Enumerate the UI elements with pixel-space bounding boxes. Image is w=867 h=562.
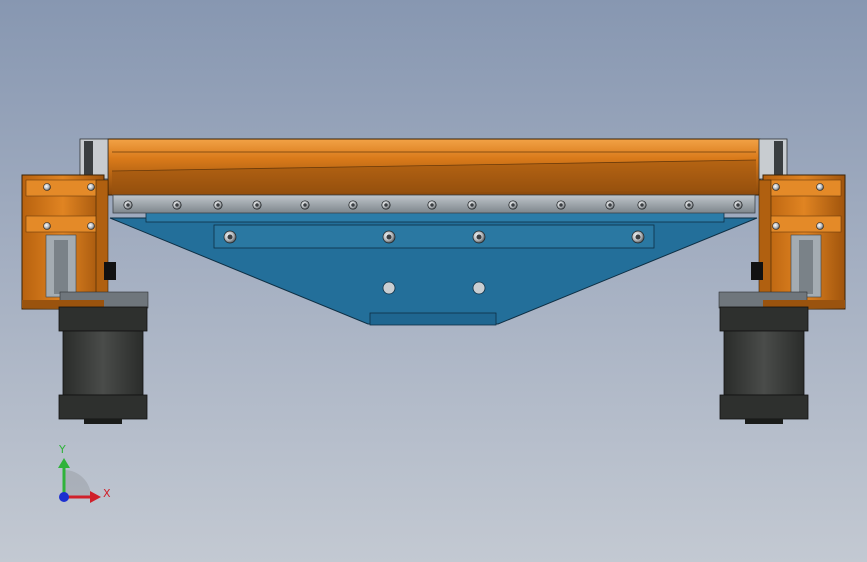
triad-y-label: Y bbox=[58, 443, 66, 456]
socket-screw-icon bbox=[605, 200, 615, 210]
socket-screw-icon bbox=[472, 230, 486, 244]
socket-screw-icon bbox=[427, 200, 437, 210]
socket-screw-icon bbox=[252, 200, 262, 210]
bolt-hole-icon bbox=[472, 281, 486, 295]
triad-z-axis bbox=[59, 492, 69, 502]
top-beam[interactable] bbox=[107, 138, 761, 196]
socket-screw-icon bbox=[172, 200, 182, 210]
socket-screw-icon bbox=[381, 200, 391, 210]
socket-screw-icon bbox=[637, 200, 647, 210]
assembly-model[interactable]: Y X bbox=[0, 0, 867, 562]
socket-screw-icon bbox=[631, 230, 645, 244]
left-stepper-motor[interactable] bbox=[58, 306, 148, 424]
bolt-hole-icon bbox=[382, 281, 396, 295]
triad-x-label: X bbox=[103, 487, 111, 500]
triad-x-arrow bbox=[90, 491, 101, 503]
cad-graphics-viewport[interactable]: Y X bbox=[0, 0, 867, 562]
socket-screw-icon bbox=[382, 230, 396, 244]
socket-screw-icon bbox=[348, 200, 358, 210]
triad-plane-shade bbox=[64, 470, 91, 497]
socket-screw-icon bbox=[684, 200, 694, 210]
socket-screw-icon bbox=[556, 200, 566, 210]
socket-screw-icon bbox=[223, 230, 237, 244]
socket-screw-icon bbox=[123, 200, 133, 210]
socket-screw-icon bbox=[508, 200, 518, 210]
socket-screw-icon bbox=[300, 200, 310, 210]
socket-screw-icon bbox=[733, 200, 743, 210]
right-stepper-motor[interactable] bbox=[719, 306, 809, 424]
blue-mount-plate[interactable] bbox=[109, 210, 758, 326]
socket-screw-icon bbox=[467, 200, 477, 210]
socket-screw-icon bbox=[213, 200, 223, 210]
reference-triad: Y X bbox=[58, 443, 111, 503]
triad-y-arrow bbox=[58, 458, 70, 468]
